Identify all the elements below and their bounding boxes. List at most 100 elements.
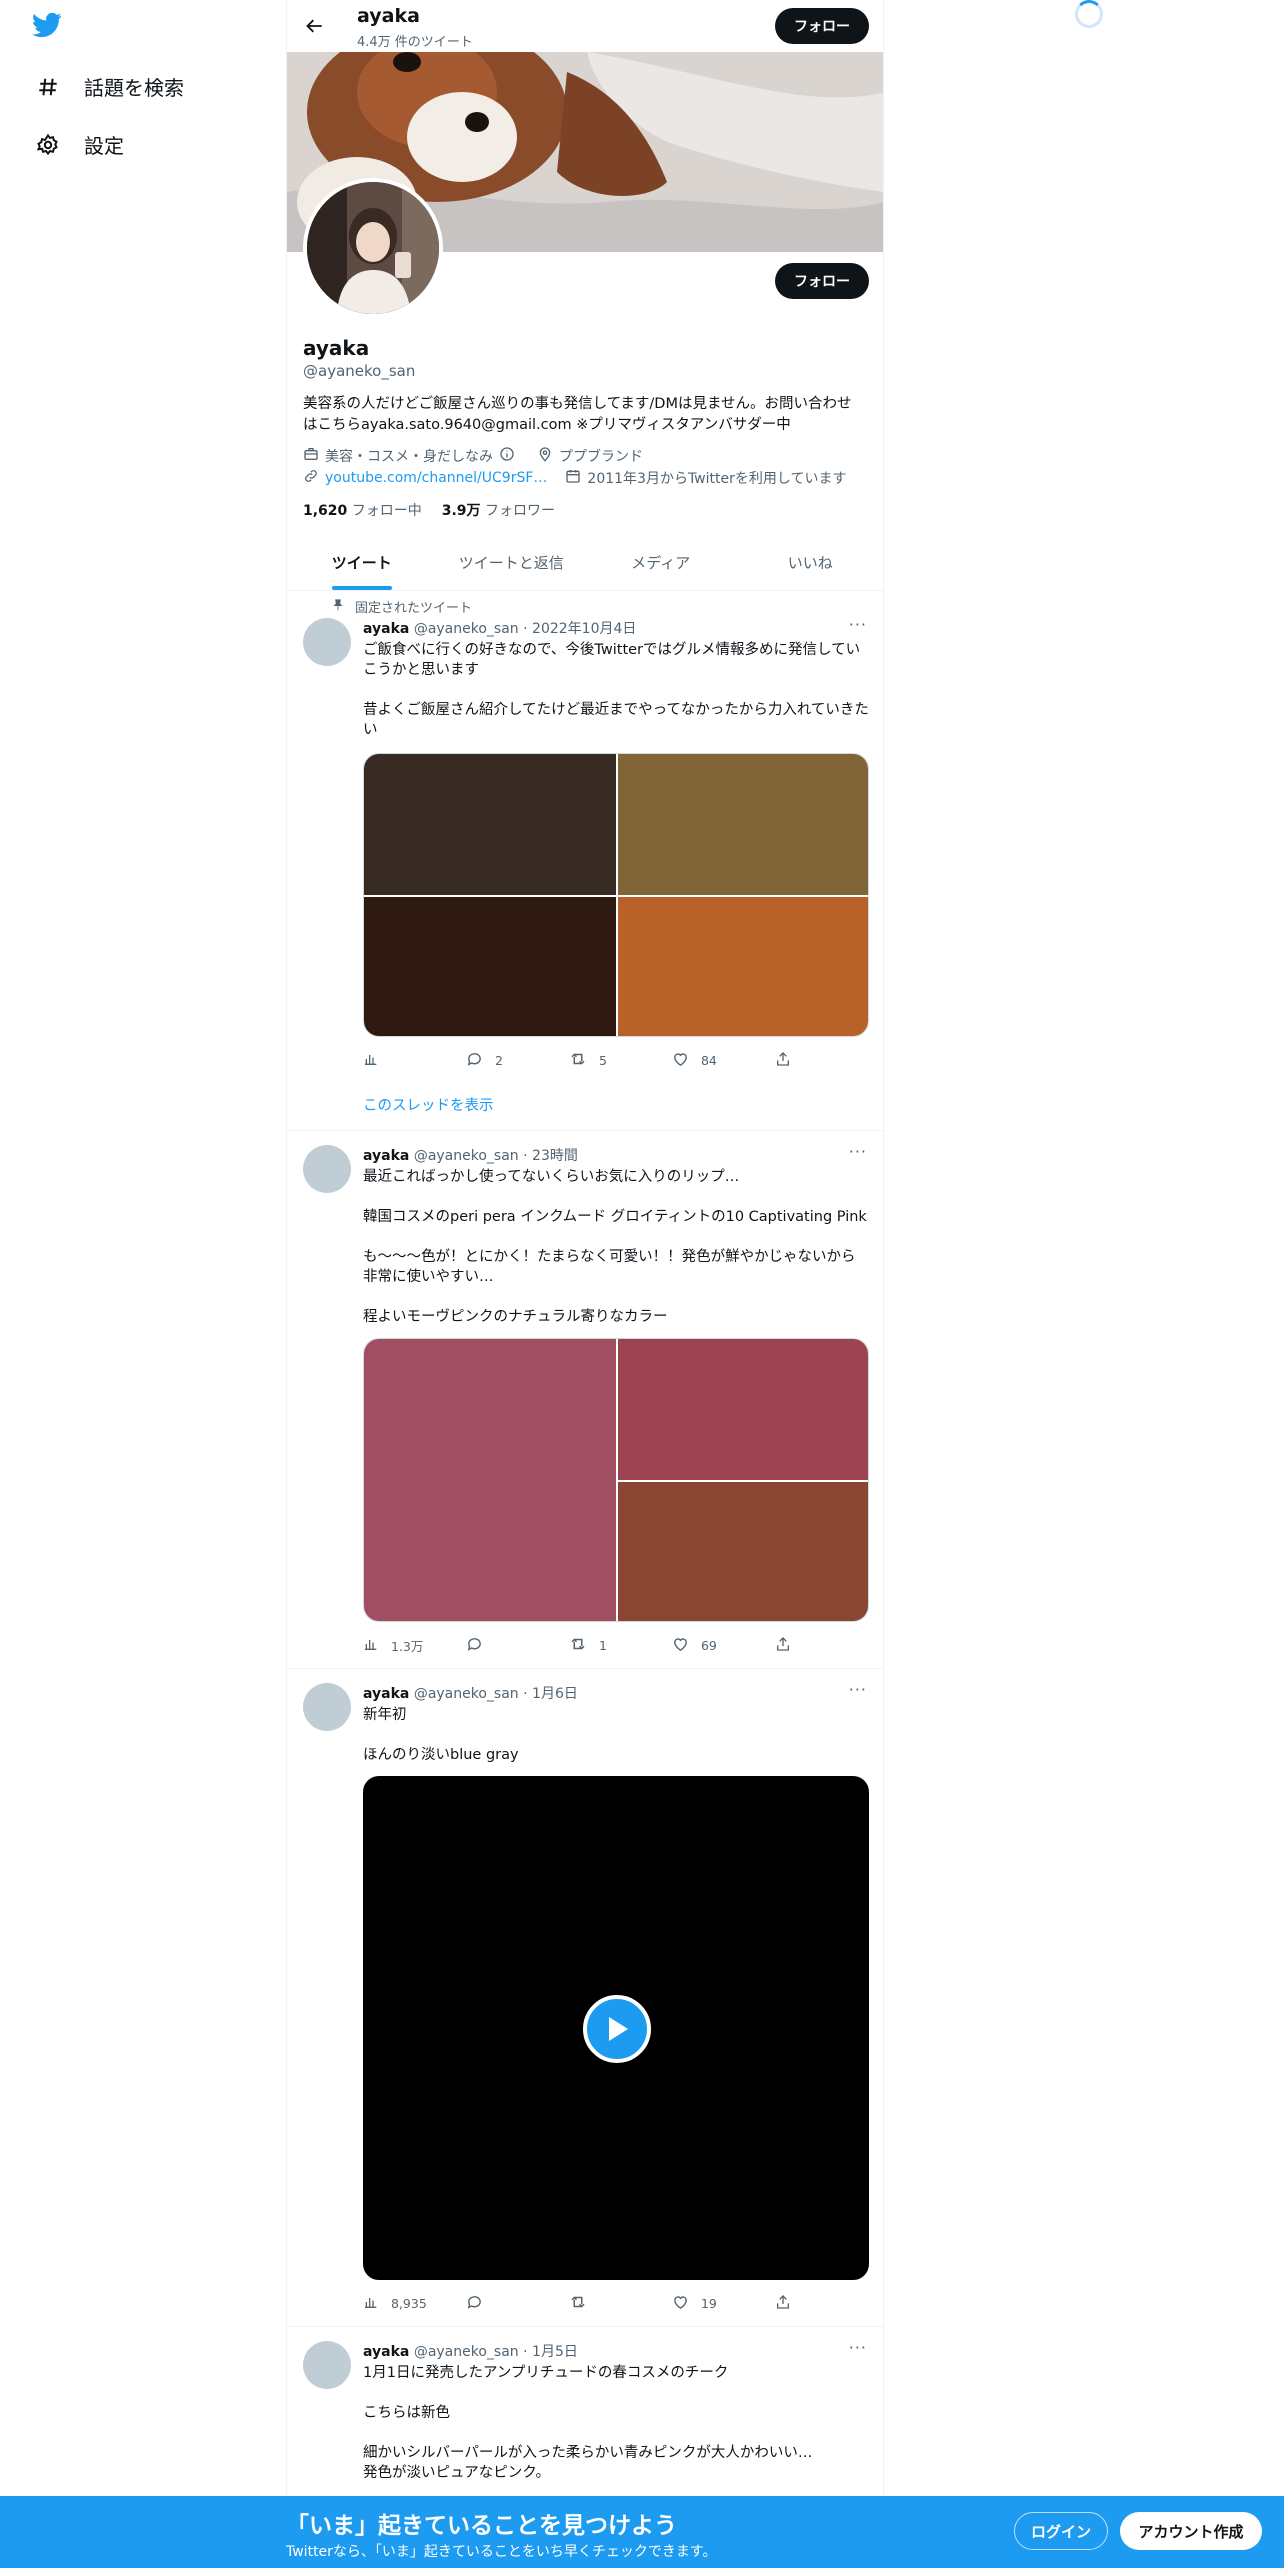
media-image[interactable] [618,1339,868,1480]
retweet-icon [569,2293,587,2314]
share-action[interactable] [775,2293,803,2314]
views-action[interactable]: 8,935 [363,2293,466,2314]
tweet[interactable]: ayaka @ayaneko_san · 1月6日 ··· 新年初 ほんのり淡い… [287,1669,883,2327]
avatar[interactable] [303,2341,351,2389]
avatar[interactable] [303,1683,351,1731]
heart-icon [672,2294,689,2314]
sidebar-item-settings[interactable]: 設定 [34,130,124,159]
media-image[interactable] [618,1482,868,1621]
share-icon [775,2294,791,2313]
followers-link[interactable]: 3.9万 フォロワー [442,500,555,520]
heart-icon [672,1636,689,1656]
header-follow-button[interactable]: フォロー [775,8,869,44]
back-arrow-icon[interactable] [301,12,329,40]
share-action[interactable] [775,1635,803,1656]
profile-location: ププブランド [559,449,643,465]
tweet-timestamp[interactable]: 2022年10月4日 [532,621,636,637]
media-image[interactable] [618,754,868,895]
tweet-timestamp[interactable]: 23時間 [532,1148,578,1164]
tweet-author-name[interactable]: ayaka [363,621,409,637]
profile-header-bar: ayaka 4.4万 件のツイート フォロー [287,0,883,52]
like-action[interactable]: 19 [672,2293,775,2314]
profile-follow-button[interactable]: フォロー [775,263,869,299]
profile-category: 美容・コスメ・身だしなみ [325,449,493,465]
like-action[interactable]: 84 [672,1050,775,1071]
like-action[interactable]: 69 [672,1635,775,1656]
avatar[interactable] [303,618,351,666]
retweet-action[interactable]: 1 [569,1635,672,1656]
more-options-icon[interactable]: ··· [849,1142,867,1161]
play-icon[interactable] [583,1995,651,2063]
tweet[interactable]: ayaka @ayaneko_san · 23時間 ··· 最近こればっかし使っ… [287,1131,883,1669]
tweet-actions: 8,935 19 [363,2293,803,2314]
tab-likes[interactable]: いいね [736,535,884,590]
tweet-actions: 2 5 84 [363,1050,803,1071]
views-count: 8,935 [391,2296,427,2311]
show-thread-link[interactable]: このスレッドを表示 [363,1094,494,1115]
views-icon [363,2294,379,2313]
tab-media[interactable]: メディア [586,535,736,590]
share-icon [775,1636,791,1655]
reply-action[interactable] [466,2293,569,2314]
more-options-icon[interactable]: ··· [849,615,867,634]
tweet-author-handle[interactable]: @ayaneko_san [414,621,519,637]
media-image[interactable] [364,1339,616,1621]
retweet-icon [569,1050,587,1071]
media-image[interactable] [364,754,616,895]
tweet-author-handle[interactable]: @ayaneko_san [414,1686,519,1702]
tab-tweets-replies[interactable]: ツイートと返信 [437,535,587,590]
tweet-author-handle[interactable]: @ayaneko_san [414,2344,519,2360]
tweet-media-grid[interactable] [363,1338,869,1622]
views-action[interactable] [363,1050,466,1071]
tweet-timestamp[interactable]: 1月5日 [532,2344,578,2360]
signup-button[interactable]: アカウント作成 [1120,2512,1262,2550]
avatar[interactable] [303,1145,351,1193]
tweet-timestamp[interactable]: 1月6日 [532,1686,578,1702]
reply-action[interactable] [466,1635,569,1656]
reply-action[interactable]: 2 [466,1050,569,1071]
profile-bio: 美容系の人だけどご飯屋さん巡りの事も発信してます/DMは見ません。お問い合わせは… [303,396,852,433]
sidebar-item-explore[interactable]: 話題を検索 [34,72,184,101]
signup-prompt-subtitle: Twitterなら、「いま」起きていることをいち早くチェックできます。 [286,2544,717,2560]
header-name: ayaka [357,5,420,27]
tweet-author-handle[interactable]: @ayaneko_san [414,1148,519,1164]
reply-icon [466,1636,483,1656]
tweet-author-name[interactable]: ayaka [363,1148,409,1164]
following-link[interactable]: 1,620 フォロー中 [303,500,422,520]
profile-follow-stats: 1,620 フォロー中 3.9万 フォロワー [303,500,555,520]
info-icon[interactable] [499,446,515,466]
tweet-pinned[interactable]: 固定されたツイート ayaka @ayaneko_san · 2022年10月4… [287,591,883,1131]
twitter-logo-icon[interactable] [30,10,68,48]
tweet-text: ご飯食べに行くの好きなので、今後Twitterではグルメ情報多めに発信していこう… [363,642,869,738]
profile-link[interactable]: youtube.com/channel/UC9rSF… [325,470,547,486]
tweet-video[interactable] [363,1776,869,2280]
link-icon [303,468,319,488]
briefcase-icon [303,446,319,466]
tweet-text: 1月1日に発売したアンプリチュードの春コスメのチーク こちらは新色 細かいシルバ… [363,2365,813,2481]
tweet-author-name[interactable]: ayaka [363,2344,409,2360]
tweet-actions: 1.3万 1 69 [363,1635,803,1656]
retweet-action[interactable]: 5 [569,1050,672,1071]
retweet-action[interactable] [569,2293,672,2314]
more-options-icon[interactable]: ··· [849,1680,867,1699]
location-pin-icon [537,446,553,466]
media-image[interactable] [618,897,868,1036]
more-options-icon[interactable]: ··· [849,2338,867,2357]
tweet-media-grid[interactable] [363,753,869,1037]
pinned-label-row: 固定されたツイート [331,597,472,616]
profile-name: ayaka [303,336,370,360]
tweet-header: ayaka @ayaneko_san · 1月5日 [363,2344,578,2360]
tweet-author-name[interactable]: ayaka [363,1686,409,1702]
sidebar-item-label: 話題を検索 [84,76,184,100]
followers-label: フォロワー [485,503,556,519]
views-action[interactable]: 1.3万 [363,1635,466,1656]
media-image[interactable] [364,897,616,1036]
tab-tweets[interactable]: ツイート [287,535,437,590]
tweet-text: 最近こればっかし使ってないくらいお気に入りのリップ… 韓国コスメのperi pe… [363,1169,867,1325]
share-action[interactable] [775,1050,803,1071]
signup-prompt-bar: 「いま」起きていることを見つけよう Twitterなら、「いま」起きていることを… [0,2496,1284,2568]
login-button[interactable]: ログイン [1014,2512,1108,2550]
tweet-header: ayaka @ayaneko_san · 23時間 [363,1148,578,1164]
profile-joined: 2011年3月からTwitterを利用しています [587,471,847,487]
profile-avatar[interactable] [303,178,443,318]
